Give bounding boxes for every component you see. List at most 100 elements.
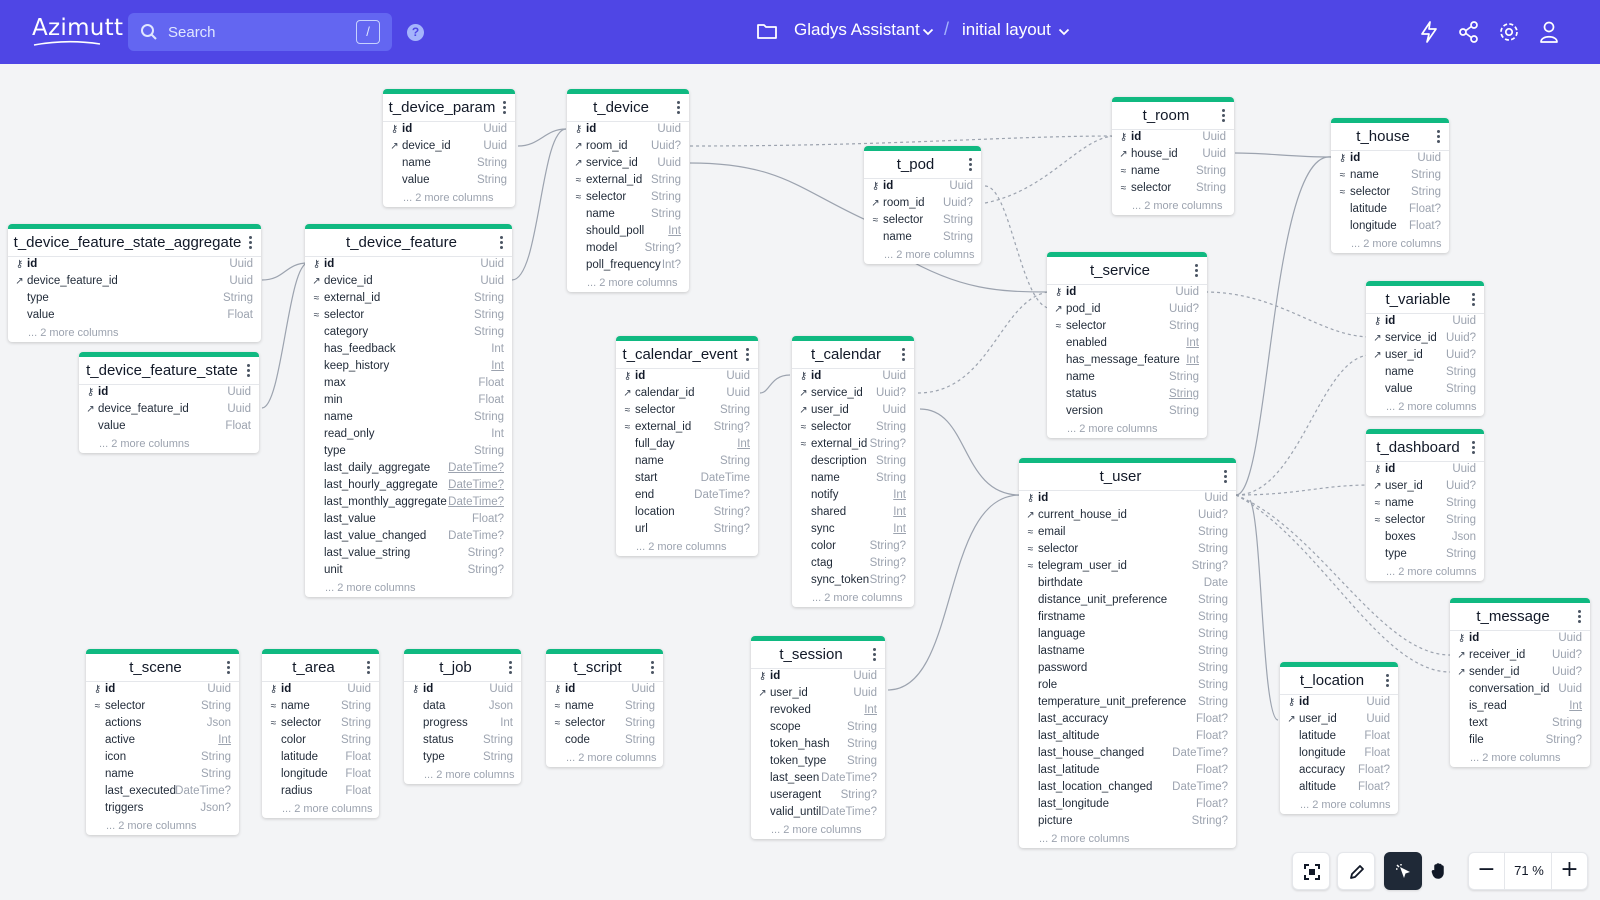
more-columns-link[interactable]: ... 2 more columns — [546, 750, 663, 767]
more-columns-link[interactable]: ... 2 more columns — [1047, 421, 1207, 438]
table-header[interactable]: t_scene — [86, 654, 239, 682]
table-column[interactable]: ↗ user_id Uuid — [751, 686, 885, 703]
table-column[interactable]: has_feedback Int — [305, 342, 512, 359]
table-menu-icon[interactable] — [1386, 674, 1390, 689]
table-header[interactable]: t_job — [404, 654, 521, 682]
table-column[interactable]: ≈ selector String — [864, 213, 981, 230]
table-column[interactable]: ⚷ id Uuid — [1019, 491, 1236, 508]
table-column[interactable]: last_value Float? — [305, 512, 512, 529]
table-card-t_session[interactable]: t_session ⚷ id Uuid ↗ user_id Uuid revoked Int sc… — [751, 636, 885, 839]
table-card-t_dashboard[interactable]: t_dashboard ⚷ id Uuid ↗ user_id Uuid? ≈ name Stri… — [1366, 429, 1484, 581]
table-column[interactable]: ⚷ id Uuid — [1366, 314, 1484, 331]
table-column[interactable]: ↗ house_id Uuid — [1112, 147, 1234, 164]
table-column[interactable]: ⚷ id Uuid — [79, 385, 259, 402]
table-column[interactable]: longitude Float — [262, 767, 379, 784]
table-column[interactable]: ↗ sender_id Uuid? — [1450, 665, 1590, 682]
table-column[interactable]: language String — [1019, 627, 1236, 644]
table-column[interactable]: color String? — [792, 539, 914, 556]
table-column[interactable]: distance_unit_preference String — [1019, 593, 1236, 610]
table-menu-icon[interactable] — [500, 236, 504, 251]
table-column[interactable]: ↗ room_id Uuid? — [864, 196, 981, 213]
fit-screen-button[interactable] — [1292, 852, 1330, 890]
table-column[interactable]: value String — [1366, 382, 1484, 399]
table-column[interactable]: start DateTime — [616, 471, 758, 488]
table-column[interactable]: password String — [1019, 661, 1236, 678]
table-column[interactable]: name String — [567, 207, 689, 224]
table-card-t_service[interactable]: t_service ⚷ id Uuid ↗ pod_id Uuid? ≈ selector Str… — [1047, 252, 1207, 438]
table-menu-icon[interactable] — [1195, 264, 1199, 279]
table-menu-icon[interactable] — [969, 158, 973, 173]
table-menu-icon[interactable] — [367, 661, 371, 676]
table-column[interactable]: poll_frequency Int? — [567, 258, 689, 275]
table-column[interactable]: is_read Int — [1450, 699, 1590, 716]
more-columns-link[interactable]: ... 2 more columns — [792, 590, 914, 607]
table-column[interactable]: ≈ name String — [1331, 168, 1449, 185]
table-column[interactable]: last_altitude Float? — [1019, 729, 1236, 746]
table-card-t_message[interactable]: t_message ⚷ id Uuid ↗ receiver_id Uuid? ↗ sender… — [1450, 598, 1590, 767]
table-column[interactable]: ⚷ id Uuid — [86, 682, 239, 699]
table-header[interactable]: t_dashboard — [1366, 434, 1484, 462]
table-column[interactable]: ⚷ id Uuid — [792, 369, 914, 386]
table-card-t_scene[interactable]: t_scene ⚷ id Uuid ≈ selector String actions Json… — [86, 649, 239, 835]
table-card-t_calendar[interactable]: t_calendar ⚷ id Uuid ↗ service_id Uuid? ↗ user_i… — [792, 336, 914, 607]
table-column[interactable]: ↗ pod_id Uuid? — [1047, 302, 1207, 319]
table-header[interactable]: t_device_feature — [305, 229, 512, 257]
table-column[interactable]: ≈ selector String — [262, 716, 379, 733]
table-column[interactable]: temperature_unit_preference String — [1019, 695, 1236, 712]
table-column[interactable]: end DateTime? — [616, 488, 758, 505]
table-column[interactable]: ≈ selector String — [305, 308, 512, 325]
table-column[interactable]: full_day Int — [616, 437, 758, 454]
table-column[interactable]: ↗ calendar_id Uuid — [616, 386, 758, 403]
table-column[interactable]: model String? — [567, 241, 689, 258]
more-columns-link[interactable]: ... 2 more columns — [1280, 797, 1398, 814]
table-column[interactable]: ⚷ id Uuid — [8, 257, 261, 274]
table-card-t_area[interactable]: t_area ⚷ id Uuid ≈ name String ≈ selector String c… — [262, 649, 379, 818]
table-column[interactable]: code String — [546, 733, 663, 750]
table-column[interactable]: conversation_id Uuid — [1450, 682, 1590, 699]
table-column[interactable]: last_house_changed DateTime? — [1019, 746, 1236, 763]
table-column[interactable]: name String — [1047, 370, 1207, 387]
table-header[interactable]: t_location — [1280, 667, 1398, 695]
table-column[interactable]: data Json — [404, 699, 521, 716]
zoom-out-button[interactable]: − — [1469, 853, 1505, 889]
select-tool-button[interactable] — [1384, 852, 1422, 890]
table-column[interactable]: name String — [305, 410, 512, 427]
table-card-t_variable[interactable]: t_variable ⚷ id Uuid ↗ service_id Uuid? ↗ user_i… — [1366, 281, 1484, 416]
more-columns-link[interactable]: ... 2 more columns — [404, 767, 521, 784]
table-column[interactable]: ↗ user_id Uuid — [792, 403, 914, 420]
table-column[interactable]: name String — [616, 454, 758, 471]
table-column[interactable]: ≈ name String — [546, 699, 663, 716]
table-column[interactable]: last_longitude Float? — [1019, 797, 1236, 814]
table-column[interactable]: ↗ service_id Uuid — [567, 156, 689, 173]
table-column[interactable]: ↗ user_id Uuid — [1280, 712, 1398, 729]
table-header[interactable]: t_area — [262, 654, 379, 682]
table-column[interactable]: ≈ external_id String? — [792, 437, 914, 454]
table-menu-icon[interactable] — [746, 348, 750, 363]
table-column[interactable]: ⚷ id Uuid — [1047, 285, 1207, 302]
table-column[interactable]: actions Json — [86, 716, 239, 733]
table-column[interactable]: ↗ device_id Uuid — [305, 274, 512, 291]
table-column[interactable]: ⚷ id Uuid — [383, 122, 515, 139]
table-column[interactable]: notify Int — [792, 488, 914, 505]
table-card-t_location[interactable]: t_location ⚷ id Uuid ↗ user_id Uuid latitude Flo… — [1280, 662, 1398, 814]
table-column[interactable]: latitude Float — [1280, 729, 1398, 746]
table-column[interactable]: last_value_changed DateTime? — [305, 529, 512, 546]
table-column[interactable]: value Float — [8, 308, 261, 325]
more-columns-link[interactable]: ... 2 more columns — [8, 325, 261, 342]
table-header[interactable]: t_script — [546, 654, 663, 682]
table-column[interactable]: altitude Float? — [1280, 780, 1398, 797]
table-column[interactable]: ≈ telegram_user_id String? — [1019, 559, 1236, 576]
table-column[interactable]: ≈ selector String — [567, 190, 689, 207]
table-header[interactable]: t_room — [1112, 102, 1234, 130]
table-column[interactable]: url String? — [616, 522, 758, 539]
table-column[interactable]: last_hourly_aggregate DateTime? — [305, 478, 512, 495]
table-column[interactable]: sync_token String? — [792, 573, 914, 590]
table-menu-icon[interactable] — [509, 661, 513, 676]
table-header[interactable]: t_calendar — [792, 341, 914, 369]
table-column[interactable]: ≈ selector String — [1331, 185, 1449, 202]
more-columns-link[interactable]: ... 2 more columns — [616, 539, 758, 556]
table-card-t_device[interactable]: t_device ⚷ id Uuid ↗ room_id Uuid? ↗ service_id U… — [567, 89, 689, 292]
table-column[interactable]: ⚷ id Uuid — [751, 669, 885, 686]
zoom-in-button[interactable]: + — [1551, 853, 1587, 889]
table-header[interactable]: t_session — [751, 641, 885, 669]
